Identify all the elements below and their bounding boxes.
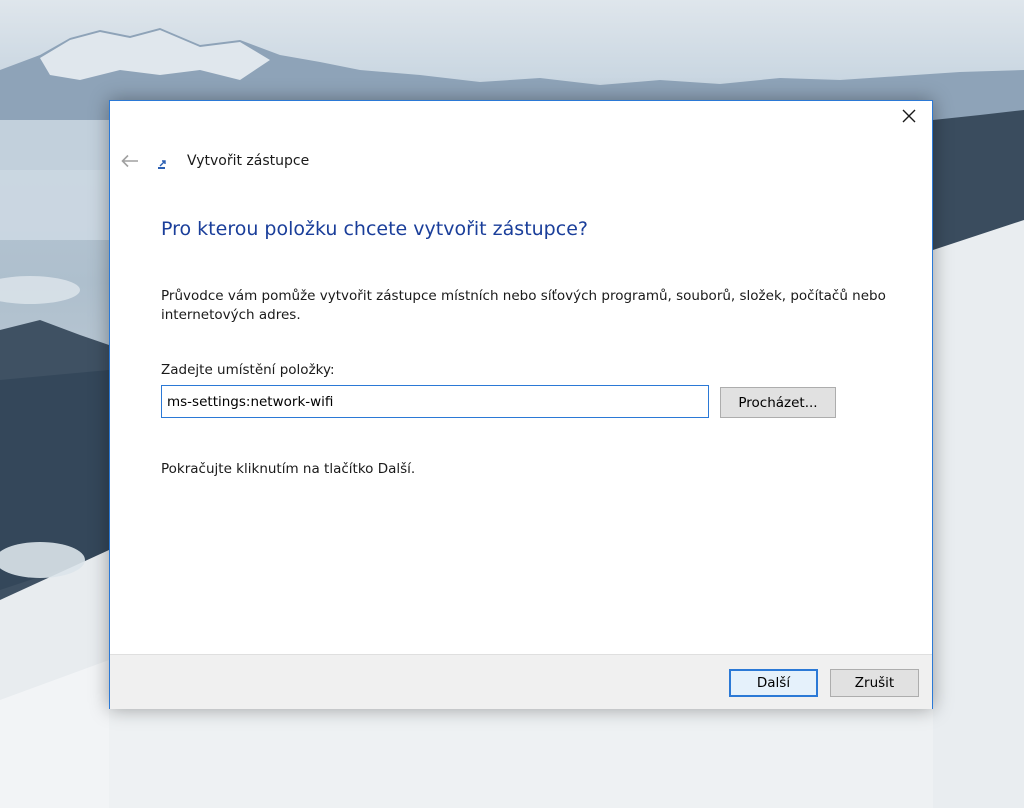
wizard-description: Průvodce vám pomůže vytvořit zástupce mí… bbox=[161, 288, 886, 323]
next-button[interactable]: Další bbox=[729, 669, 818, 697]
create-shortcut-dialog: Vytvořit zástupce Pro kterou položku chc… bbox=[109, 100, 933, 709]
cancel-button[interactable]: Zrušit bbox=[830, 669, 919, 697]
close-button[interactable] bbox=[896, 105, 922, 127]
wizard-title: Vytvořit zástupce bbox=[187, 153, 310, 169]
browse-button[interactable]: Procházet... bbox=[720, 387, 836, 418]
main-instruction: Pro kterou položku chcete vytvořit zástu… bbox=[161, 218, 588, 240]
back-button[interactable] bbox=[119, 150, 141, 172]
shortcut-wizard-icon bbox=[158, 160, 166, 169]
close-icon bbox=[902, 109, 916, 123]
continue-hint: Pokračujte kliknutím na tlačítko Další. bbox=[161, 461, 416, 477]
dialog-footer: Další Zrušit bbox=[110, 654, 932, 709]
location-label: Zadejte umístění položky: bbox=[161, 362, 335, 378]
location-input[interactable] bbox=[161, 385, 709, 418]
back-arrow-icon bbox=[121, 154, 138, 168]
